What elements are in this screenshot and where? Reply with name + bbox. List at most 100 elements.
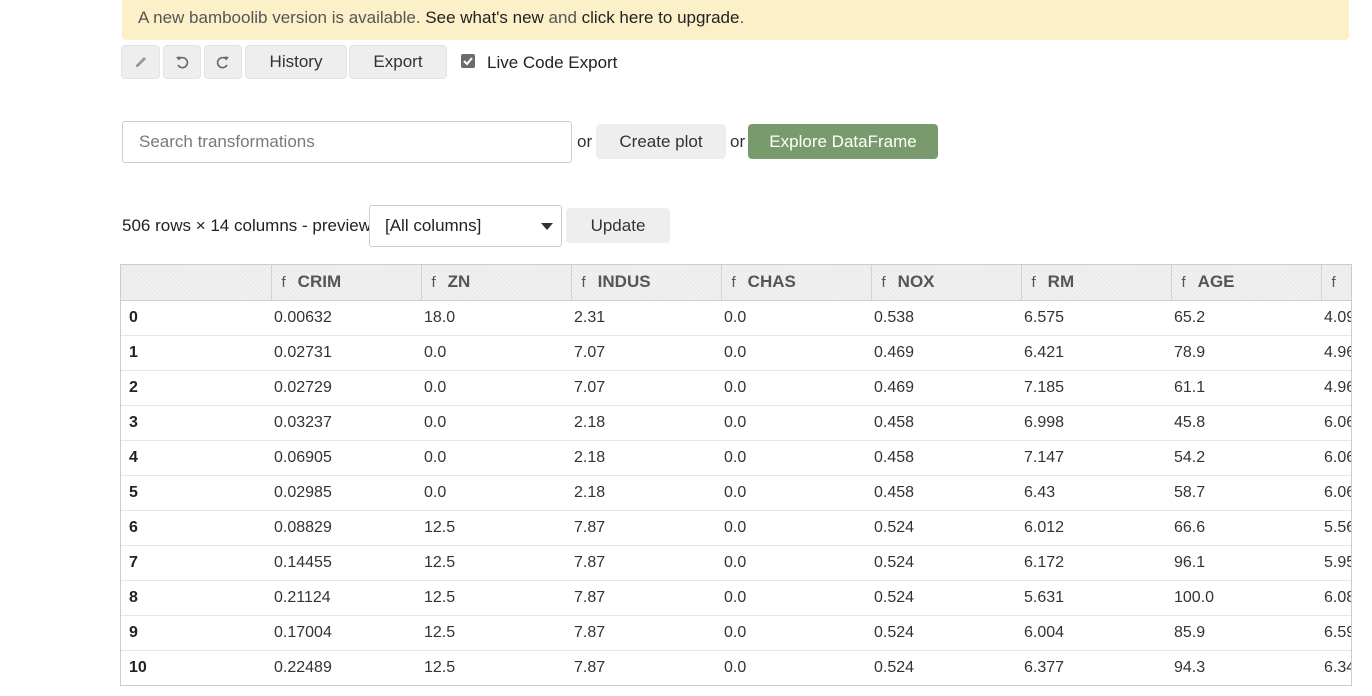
table-cell[interactable]: 0.0 [421,370,571,406]
table-cell[interactable]: 0.14455 [271,545,421,581]
table-cell[interactable]: 12.5 [421,510,571,546]
table-cell[interactable]: 7.87 [571,615,721,651]
table-cell[interactable]: 6.06 [1321,440,1351,476]
table-cell[interactable]: 0.469 [871,370,1021,406]
update-button[interactable]: Update [566,208,670,243]
column-header[interactable]: f AGE [1171,265,1322,301]
table-cell[interactable]: 7.147 [1021,440,1171,476]
table-cell[interactable]: 0.524 [871,545,1021,581]
table-cell[interactable]: 12.5 [421,580,571,616]
table-cell[interactable]: 2.31 [571,300,721,336]
undo-button[interactable] [163,45,201,79]
table-cell[interactable]: 0.524 [871,510,1021,546]
table-cell[interactable]: 6.08 [1321,580,1351,616]
table-cell[interactable]: 6.06 [1321,475,1351,511]
table-cell[interactable]: 100.0 [1171,580,1321,616]
table-cell[interactable]: 6.004 [1021,615,1171,651]
live-code-export-checkbox[interactable] [461,54,475,68]
table-cell[interactable]: 0.0 [721,545,871,581]
table-cell[interactable]: 61.1 [1171,370,1321,406]
table-cell[interactable]: 0.458 [871,405,1021,441]
table-cell[interactable]: 7.87 [571,510,721,546]
table-cell[interactable]: 4.96 [1321,335,1351,371]
table-cell[interactable]: 0.0 [721,300,871,336]
table-cell[interactable]: 7.87 [571,650,721,685]
table-cell[interactable]: 0.0 [421,475,571,511]
table-cell[interactable]: 0.0 [721,370,871,406]
table-cell[interactable]: 0.02731 [271,335,421,371]
table-cell[interactable]: 7.07 [571,335,721,371]
live-code-export-label[interactable]: Live Code Export [487,53,617,73]
table-cell[interactable]: 5.95 [1321,545,1351,581]
table-cell[interactable]: 0.458 [871,475,1021,511]
table-cell[interactable]: 12.5 [421,545,571,581]
column-header[interactable]: f [1321,265,1351,301]
table-cell[interactable]: 0.0 [721,510,871,546]
whats-new-link[interactable]: See what's new [425,8,544,27]
table-cell[interactable]: 58.7 [1171,475,1321,511]
table-cell[interactable]: 0.03237 [271,405,421,441]
table-cell[interactable]: 96.1 [1171,545,1321,581]
table-cell[interactable]: 7.185 [1021,370,1171,406]
table-cell[interactable]: 6.012 [1021,510,1171,546]
table-cell[interactable]: 12.5 [421,650,571,685]
table-cell[interactable]: 0.538 [871,300,1021,336]
table-cell[interactable]: 2.18 [571,475,721,511]
create-plot-button[interactable]: Create plot [596,124,726,159]
table-cell[interactable]: 0.00632 [271,300,421,336]
table-cell[interactable]: 0.0 [721,440,871,476]
table-cell[interactable]: 6.43 [1021,475,1171,511]
table-cell[interactable]: 18.0 [421,300,571,336]
table-cell[interactable]: 0.0 [421,440,571,476]
column-header[interactable]: f ZN [421,265,572,301]
column-select[interactable]: [All columns] [369,205,562,247]
table-cell[interactable]: 65.2 [1171,300,1321,336]
explore-dataframe-button[interactable]: Explore DataFrame [748,124,938,159]
table-cell[interactable]: 0.0 [421,335,571,371]
upgrade-link[interactable]: click here to upgrade [582,8,740,27]
table-cell[interactable]: 0.0 [721,580,871,616]
table-cell[interactable]: 5.56 [1321,510,1351,546]
table-cell[interactable]: 4.96 [1321,370,1351,406]
table-cell[interactable]: 94.3 [1171,650,1321,685]
table-cell[interactable]: 85.9 [1171,615,1321,651]
table-cell[interactable]: 0.21124 [271,580,421,616]
table-cell[interactable]: 0.08829 [271,510,421,546]
table-cell[interactable]: 6.34 [1321,650,1351,685]
table-cell[interactable]: 78.9 [1171,335,1321,371]
table-cell[interactable]: 6.172 [1021,545,1171,581]
column-header[interactable]: f RM [1021,265,1172,301]
table-cell[interactable]: 7.07 [571,370,721,406]
table-cell[interactable]: 0.524 [871,650,1021,685]
table-cell[interactable]: 4.09 [1321,300,1351,336]
table-cell[interactable]: 45.8 [1171,405,1321,441]
table-cell[interactable]: 2.18 [571,405,721,441]
table-cell[interactable]: 0.22489 [271,650,421,685]
table-cell[interactable]: 0.17004 [271,615,421,651]
table-cell[interactable]: 0.0 [721,405,871,441]
table-cell[interactable]: 0.469 [871,335,1021,371]
table-cell[interactable]: 0.524 [871,580,1021,616]
table-cell[interactable]: 0.0 [721,615,871,651]
table-cell[interactable]: 0.524 [871,615,1021,651]
redo-button[interactable] [204,45,242,79]
table-cell[interactable]: 0.02729 [271,370,421,406]
search-transformations-input[interactable] [122,121,572,163]
table-cell[interactable]: 66.6 [1171,510,1321,546]
table-cell[interactable]: 12.5 [421,615,571,651]
table-cell[interactable]: 54.2 [1171,440,1321,476]
data-grid[interactable]: f CRIM f ZN f INDUS f CHAS f NOX f RM f AGE f 0 0.00632… [120,264,1352,686]
table-cell[interactable]: 7.87 [571,580,721,616]
table-cell[interactable]: 2.18 [571,440,721,476]
table-cell[interactable]: 5.631 [1021,580,1171,616]
history-button[interactable]: History [245,45,347,79]
table-cell[interactable]: 6.575 [1021,300,1171,336]
table-cell[interactable]: 6.421 [1021,335,1171,371]
column-header[interactable]: f INDUS [571,265,722,301]
table-cell[interactable]: 0.0 [721,650,871,685]
table-cell[interactable]: 6.377 [1021,650,1171,685]
edit-button[interactable] [121,45,160,79]
column-header[interactable]: f CHAS [721,265,872,301]
table-cell[interactable]: 7.87 [571,545,721,581]
export-button[interactable]: Export [349,45,447,79]
